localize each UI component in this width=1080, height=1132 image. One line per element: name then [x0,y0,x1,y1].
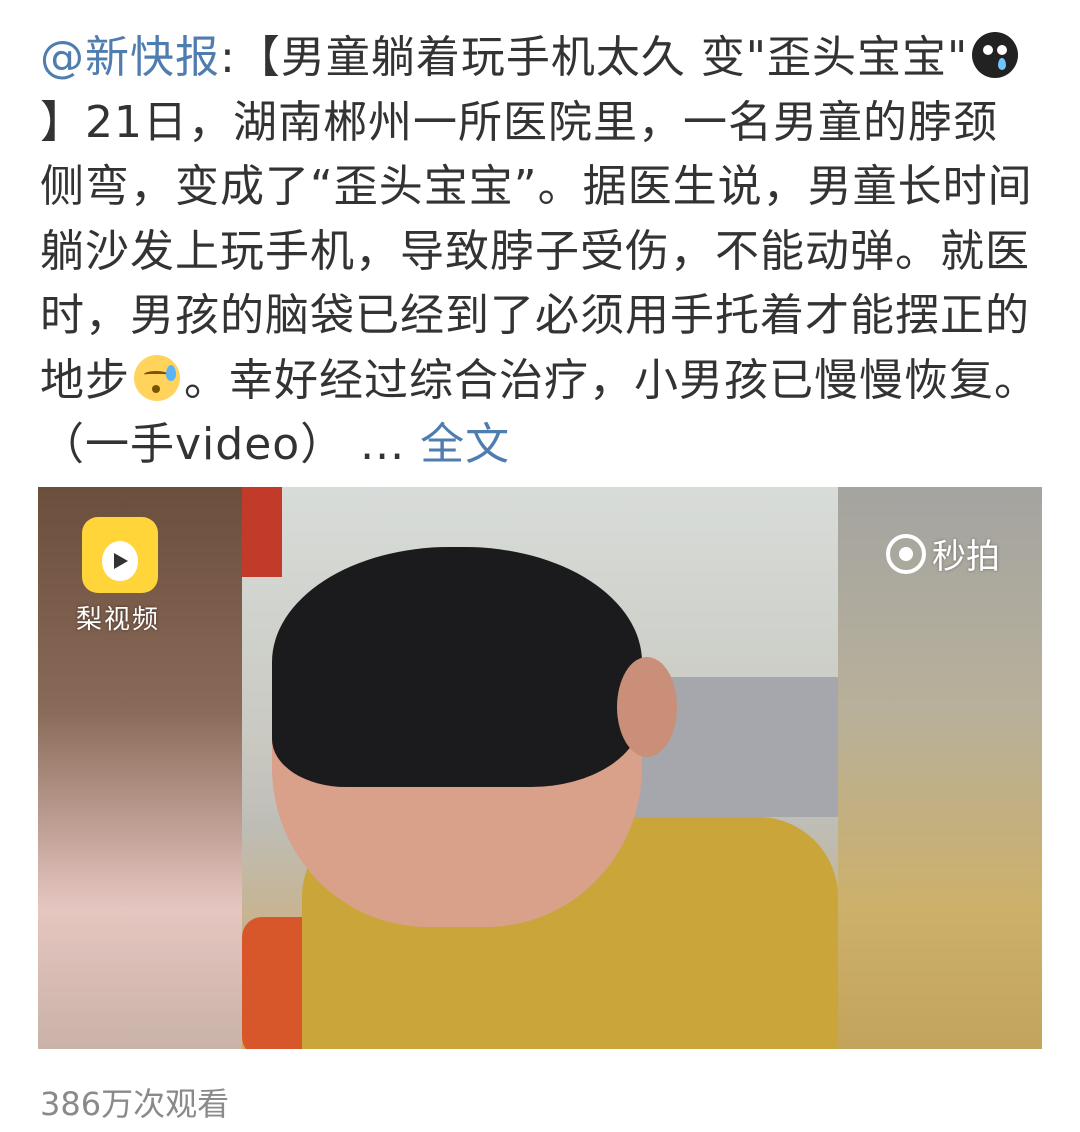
pear-video-logo-icon [82,517,158,593]
full-text-link[interactable]: 全文 [420,419,510,470]
view-count: 386万次观看 [40,1085,230,1123]
pear-video-label: 梨视频 [76,605,161,635]
post-text-part-1: :【男童躺着玩手机太久 变"歪头宝宝" [220,32,969,83]
weibo-post: @新快报:【男童躺着玩手机太久 变"歪头宝宝" 】21日，湖南郴州一所医院里，一名… [0,0,1080,1132]
video-frame [242,487,838,1049]
cry-emoji-icon [972,32,1019,78]
boy-head [272,547,677,927]
post-text: @新快报:【男童躺着玩手机太久 变"歪头宝宝" 】21日，湖南郴州一所医院里，一名… [40,26,1040,478]
post-text-part-3: 。幸好经过综合治疗，小男孩已慢慢恢复。（一手video） ... [40,354,1039,471]
boy-hair [272,547,642,787]
sweat-emoji-icon [134,354,180,401]
boy-ear [617,657,677,757]
miaopai-icon [886,533,926,574]
author-link[interactable]: @新快报 [40,32,220,83]
red-banner [242,487,282,577]
video-player[interactable]: 梨视频 秒拍 [38,487,1042,1049]
miaopai-watermark: 秒拍 [886,529,1000,578]
miaopai-label: 秒拍 [932,537,1000,577]
